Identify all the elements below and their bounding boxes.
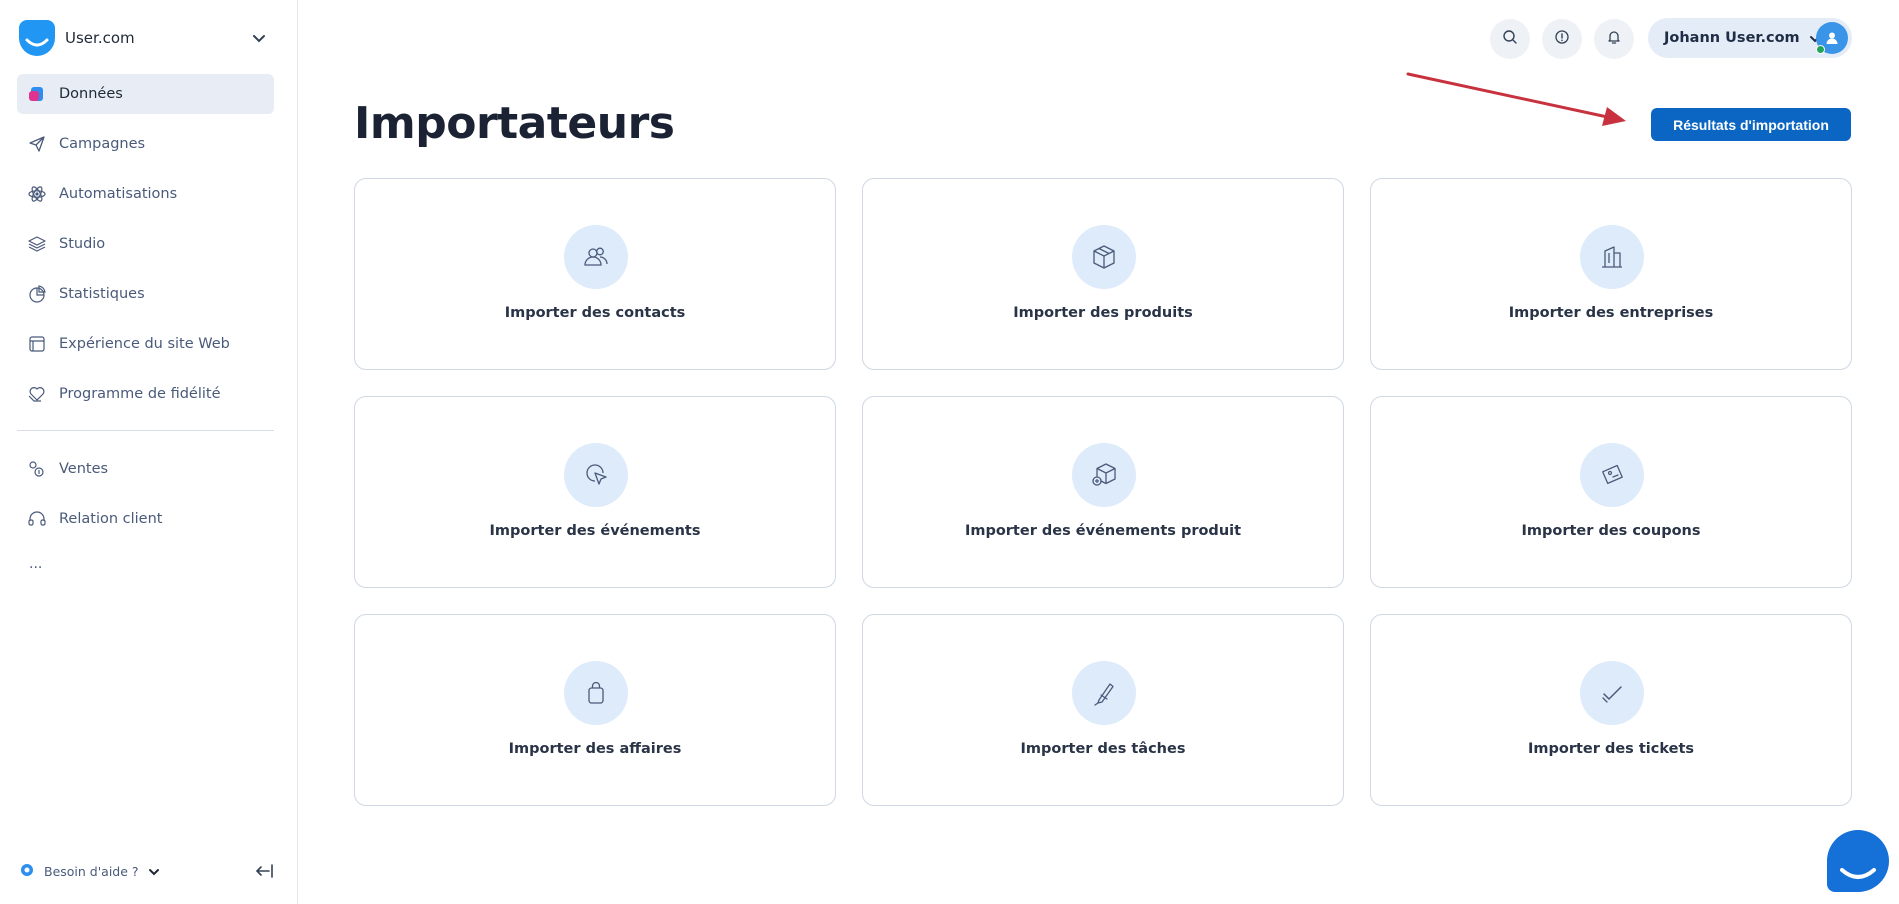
headset-icon [27,509,47,529]
browser-window-icon [27,334,47,354]
importer-card-label: Importer des événements produit [964,523,1242,539]
sidebar-item-label: Campagnes [59,136,146,152]
import-results-button[interactable]: Résultats d'importation [1651,108,1851,141]
sidebar-item-label: Programme de fidélité [59,386,221,402]
chevron-down-icon [147,864,161,878]
sidebar-divider [17,430,274,431]
user-com-logo-icon [17,18,57,58]
help-menu[interactable]: Besoin d'aide ? [20,860,274,882]
box-click-icon [1072,443,1136,507]
user-name: Johann User.com [1664,30,1800,46]
importer-card-affaires[interactable]: Importer des affaires [354,614,836,806]
sidebar-item-campagnes[interactable]: Campagnes [17,124,274,164]
page-title: Importateurs [354,98,675,149]
sidebar-item-statistiques[interactable]: Statistiques [17,274,274,314]
sidebar-item-label: Données [59,86,123,102]
sidebar: User.com Données Campagnes Automatisatio… [0,0,298,904]
help-label: Besoin d'aide ? [44,863,139,879]
lifebuoy-icon [20,862,34,881]
chat-widget-button[interactable] [1827,830,1889,892]
search-button[interactable] [1490,19,1530,59]
sidebar-item-ventes[interactable]: Ventes [17,449,274,489]
importer-card-evenements[interactable]: Importer des événements [354,396,836,588]
sidebar-item-label: Relation client [59,511,163,527]
atom-icon [27,184,47,204]
sidebar-item-experience-site-web[interactable]: Expérience du site Web [17,324,274,364]
sidebar-item-label: Ventes [59,461,109,477]
importer-card-label: Importer des tâches [1020,741,1186,757]
box-icon [1072,225,1136,289]
sidebar-item-label: Studio [59,236,106,252]
importer-card-label: Importer des tickets [1528,741,1694,757]
pen-icon [1072,661,1136,725]
sidebar-item-label: Automatisations [59,186,178,202]
coupon-icon [1580,443,1644,507]
sidebar-item-donnees[interactable]: Données [17,74,274,114]
shopping-bag-icon [564,661,628,725]
importer-card-label: Importer des contacts [504,305,686,321]
importer-card-taches[interactable]: Importer des tâches [862,614,1344,806]
sidebar-more-button[interactable]: ... [17,549,274,579]
avatar [1816,22,1848,54]
sales-icon [27,459,47,479]
importer-card-label: Importer des produits [1013,305,1193,321]
importer-card-label: Importer des entreprises [1508,305,1714,321]
importer-card-label: Importer des coupons [1521,523,1701,539]
paper-plane-icon [27,134,47,154]
sidebar-item-studio[interactable]: Studio [17,224,274,264]
importers-grid: Importer des contacts Importer des produ… [354,178,1852,806]
collapse-sidebar-icon[interactable] [254,862,274,880]
info-icon [1554,29,1570,49]
sidebar-item-label: Expérience du site Web [59,336,230,352]
cursor-click-icon [564,443,628,507]
importer-card-tickets[interactable]: Importer des tickets [1370,614,1852,806]
online-status-dot [1816,45,1825,54]
info-button[interactable] [1542,19,1582,59]
sidebar-item-label: Statistiques [59,286,145,302]
importer-card-evenements-produit[interactable]: Importer des événements produit [862,396,1344,588]
chevron-down-icon [251,30,267,46]
pie-chart-icon [27,284,47,304]
workspace-switcher[interactable]: User.com [17,18,275,58]
search-icon [1502,29,1518,49]
contacts-icon [564,225,628,289]
importer-card-coupons[interactable]: Importer des coupons [1370,396,1852,588]
sidebar-nav: Données Campagnes Automatisations Studio… [17,74,274,579]
sidebar-item-programme-fidelite[interactable]: Programme de fidélité [17,374,274,414]
heart-hand-icon [27,384,47,404]
chat-smile-icon [1840,868,1876,879]
layers-icon [27,234,47,254]
checkmark-ticket-icon [1580,661,1644,725]
importer-card-label: Importer des affaires [508,741,682,757]
sidebar-item-relation-client[interactable]: Relation client [17,499,274,539]
notifications-button[interactable] [1594,19,1634,59]
sidebar-item-automatisations[interactable]: Automatisations [17,174,274,214]
annotation-arrow-icon [1406,72,1626,126]
importer-card-label: Importer des événements [489,523,701,539]
workspace-name: User.com [65,29,135,47]
data-icon [27,84,47,104]
importer-card-contacts[interactable]: Importer des contacts [354,178,836,370]
user-menu[interactable]: Johann User.com [1648,18,1852,58]
importer-card-produits[interactable]: Importer des produits [862,178,1344,370]
bell-icon [1606,29,1622,49]
building-icon [1580,225,1644,289]
importer-card-entreprises[interactable]: Importer des entreprises [1370,178,1852,370]
